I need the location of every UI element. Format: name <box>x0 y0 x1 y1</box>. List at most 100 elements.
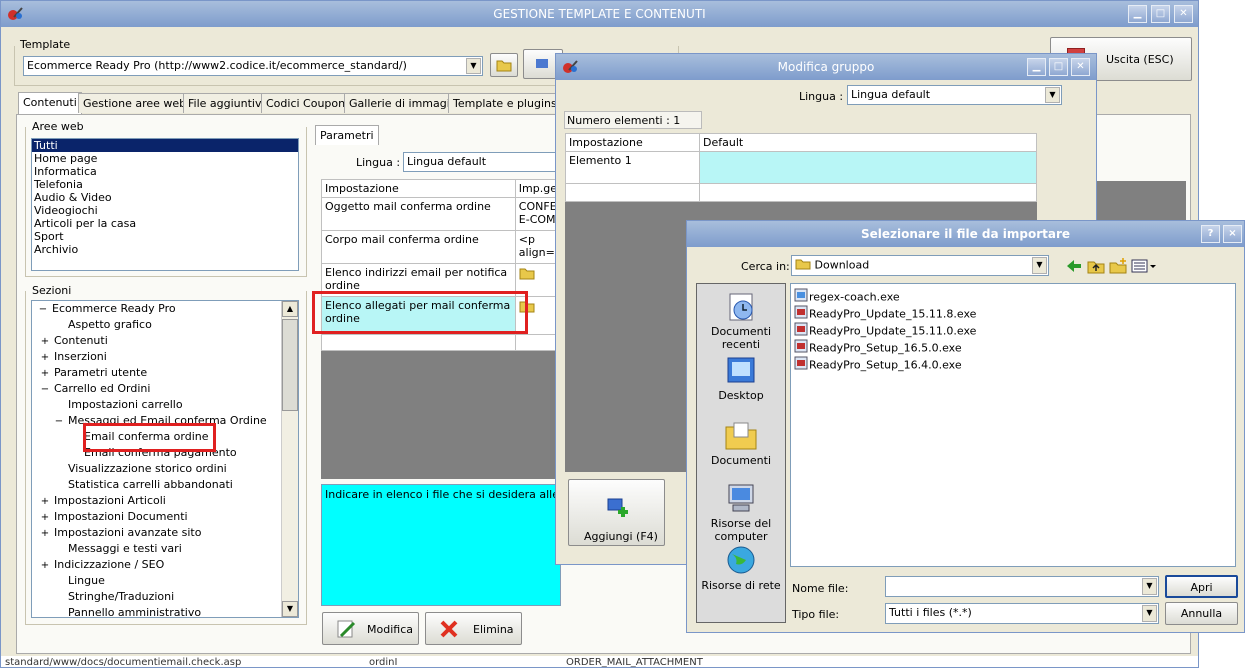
tree-node[interactable]: Statistica carrelli abbandonati <box>32 477 298 493</box>
grid-row[interactable]: Oggetto mail conferma ordine CONFE E-COM <box>321 197 562 231</box>
maximize-button[interactable]: □ <box>1049 58 1068 76</box>
tree-node-label: Statistica carrelli abbandonati <box>68 478 233 491</box>
file-item[interactable]: regex-coach.exe <box>793 287 1233 304</box>
place-desktop[interactable]: Desktop <box>697 354 785 402</box>
grid-header-value: Imp.ge <box>514 179 562 198</box>
aree-web-item[interactable]: Articoli per la casa <box>32 217 298 230</box>
view-menu-icon[interactable] <box>1131 257 1157 278</box>
place-documents[interactable]: Documenti <box>697 419 785 467</box>
lingua-select[interactable]: Lingua default <box>403 152 563 172</box>
aree-web-item[interactable]: Videogiochi <box>32 204 298 217</box>
tree-node-label: Visualizzazione storico ordini <box>68 462 227 475</box>
collapse-icon[interactable]: − <box>40 382 50 398</box>
close-button[interactable]: × <box>1223 225 1242 243</box>
add-icon <box>607 496 631 521</box>
file-list[interactable]: regex-coach.exe ReadyPro_Update_15.11.8.e… <box>790 283 1236 567</box>
expand-icon[interactable]: + <box>40 334 50 350</box>
tree-node[interactable]: Impostazioni carrello <box>32 397 298 413</box>
grid-row[interactable]: Corpo mail conferma ordine <p align= <box>321 230 562 264</box>
aree-web-list[interactable]: Tutti Home page Informatica Telefonia Audio … <box>31 138 299 271</box>
tree-node[interactable]: Aspetto grafico <box>32 317 298 333</box>
group-row-value[interactable] <box>699 151 1037 184</box>
help-button[interactable]: ? <box>1201 225 1220 243</box>
edit-icon <box>335 618 357 643</box>
annotation-box-grid <box>312 291 528 334</box>
tree-node[interactable]: Stringhe/Traduzioni <box>32 589 298 605</box>
close-button[interactable]: ✕ <box>1174 5 1193 23</box>
open-folder-button[interactable] <box>490 53 518 77</box>
tree-node[interactable]: + Indicizzazione / SEO <box>32 557 298 573</box>
collapse-icon[interactable]: − <box>54 414 64 430</box>
open-button[interactable]: Apri <box>1165 575 1238 598</box>
file-item[interactable]: ReadyPro_Update_15.11.8.exe <box>793 304 1233 321</box>
aree-web-item[interactable]: Sport <box>32 230 298 243</box>
grid-header-impostazione: Impostazione <box>321 179 516 198</box>
aree-web-item[interactable]: Informatica <box>32 165 298 178</box>
expand-icon[interactable]: + <box>40 350 50 366</box>
place-computer[interactable]: Risorse del computer <box>697 482 785 543</box>
chevron-down-icon: ▼ <box>1045 87 1060 103</box>
lingua-label: Lingua : <box>356 156 401 169</box>
tree-node[interactable]: − Ecommerce Ready Pro <box>32 301 298 317</box>
expand-icon[interactable]: + <box>40 494 50 510</box>
collapse-icon[interactable]: − <box>38 302 48 318</box>
aree-web-item[interactable]: Tutti <box>32 139 298 152</box>
file-item[interactable]: ReadyPro_Setup_16.5.0.exe <box>793 338 1233 355</box>
expand-icon[interactable]: + <box>40 366 50 382</box>
close-button[interactable]: ✕ <box>1071 58 1090 76</box>
group-row-label[interactable]: Elemento 1 <box>565 151 700 184</box>
folder-icon[interactable] <box>519 268 535 283</box>
file-titlebar: Selezionare il file da importare ? × <box>687 221 1244 247</box>
filetype-select[interactable]: Tutti i files (*.*) ▼ <box>885 603 1159 624</box>
tree-node-label: Lingue <box>68 574 105 587</box>
minimize-button[interactable]: ▁ <box>1027 58 1046 76</box>
aggiungi-button[interactable]: Aggiungi (F4) <box>568 479 665 546</box>
tree-node[interactable]: + Inserzioni <box>32 349 298 365</box>
aree-web-item[interactable]: Audio & Video <box>32 191 298 204</box>
aree-web-item[interactable]: Home page <box>32 152 298 165</box>
aree-web-item[interactable]: Archivio <box>32 243 298 256</box>
tab-file-aggiuntivi[interactable]: File aggiuntivi <box>183 93 270 113</box>
up-folder-icon[interactable] <box>1087 257 1105 278</box>
tab-parametri[interactable]: Parametri <box>315 125 379 145</box>
expand-icon[interactable]: + <box>40 526 50 542</box>
file-dialog: Selezionare il file da importare ? × Cer… <box>686 220 1245 633</box>
cancel-button[interactable]: Annulla <box>1165 602 1238 625</box>
app-icon <box>6 5 24 23</box>
template-select[interactable]: Ecommerce Ready Pro (http://www2.codice.… <box>23 56 483 76</box>
group-lingua-select[interactable]: Lingua default ▼ <box>847 85 1062 105</box>
minimize-button[interactable]: ▁ <box>1128 5 1147 23</box>
chevron-down-icon: ▼ <box>1032 257 1047 274</box>
file-item[interactable]: ReadyPro_Setup_16.4.0.exe <box>793 355 1233 372</box>
tree-node[interactable]: Messaggi e testi vari <box>32 541 298 557</box>
filename-input[interactable]: ▼ <box>885 576 1159 597</box>
look-in-select[interactable]: Download ▼ <box>791 255 1049 276</box>
tree-node[interactable]: + Contenuti <box>32 333 298 349</box>
tab-gestione-aree-web[interactable]: Gestione aree web <box>78 93 192 113</box>
tree-node[interactable]: Lingue <box>32 573 298 589</box>
aree-web-item[interactable]: Telefonia <box>32 178 298 191</box>
tab-gallerie-immagini[interactable]: Gallerie di immagini <box>344 93 465 113</box>
tree-node[interactable]: + Impostazioni avanzate sito <box>32 525 298 541</box>
expand-icon[interactable]: + <box>40 558 50 574</box>
place-network[interactable]: Risorse di rete <box>697 544 785 592</box>
tree-node[interactable]: Visualizzazione storico ordini <box>32 461 298 477</box>
tree-node[interactable]: + Parametri utente <box>32 365 298 381</box>
tab-template-plugins[interactable]: Template e plugins <box>448 93 562 113</box>
tree-node[interactable]: Pannello amministrativo <box>32 605 298 617</box>
tree-scrollbar[interactable]: ▲ ▼ <box>281 301 298 617</box>
tab-codici-coupon[interactable]: Codici Coupon <box>261 93 351 113</box>
modifica-button[interactable]: Modifica <box>322 612 419 645</box>
tree-node[interactable]: − Carrello ed Ordini <box>32 381 298 397</box>
new-folder-icon[interactable] <box>1109 257 1127 278</box>
elimina-button[interactable]: Elimina <box>425 612 522 645</box>
tree-node[interactable]: + Impostazioni Documenti <box>32 509 298 525</box>
back-icon[interactable] <box>1065 257 1083 278</box>
sezioni-tree[interactable]: − Ecommerce Ready Pro Aspetto grafico + Cont… <box>31 300 299 618</box>
tree-node[interactable]: + Impostazioni Articoli <box>32 493 298 509</box>
maximize-button[interactable]: □ <box>1151 5 1170 23</box>
tab-contenuti[interactable]: Contenuti <box>18 92 82 114</box>
file-item[interactable]: ReadyPro_Update_15.11.0.exe <box>793 321 1233 338</box>
expand-icon[interactable]: + <box>40 510 50 526</box>
place-recent[interactable]: Documenti recenti <box>697 290 785 351</box>
